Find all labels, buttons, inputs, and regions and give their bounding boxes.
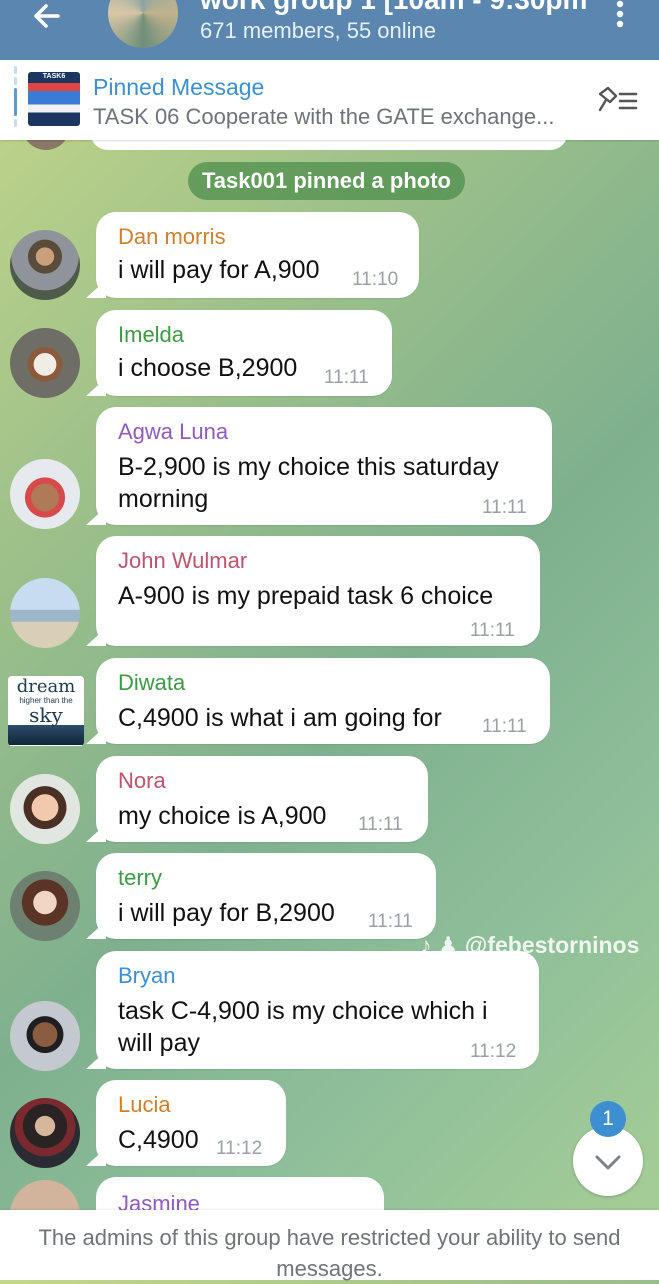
avatar-text: sky <box>29 703 63 727</box>
message-bubble[interactable]: Lucia C,4900 11:12 <box>86 1080 286 1166</box>
message-bubble[interactable]: Dan morris i will pay for A,900 11:10 <box>86 212 419 298</box>
message-text: my choice is A,900 <box>118 802 327 830</box>
sender-name[interactable]: Dan morris <box>118 224 226 250</box>
message-text: task C-4,900 is my choice which i will p… <box>118 997 488 1057</box>
message-bubble[interactable]: Diwata C,4900 is what i am going for 11:… <box>86 658 550 744</box>
message-bubble[interactable]: Agwa Luna B-2,900 is my choice this satu… <box>86 407 552 525</box>
thumbnail-label: TASK6 <box>42 73 66 80</box>
pin-index-indicator <box>14 66 18 132</box>
sender-name[interactable]: Diwata <box>118 670 185 696</box>
message-time: 11:11 <box>482 716 527 737</box>
pinned-thumbnail: TASK6 <box>28 72 80 126</box>
message-time: 11:11 <box>470 620 515 641</box>
avatar[interactable] <box>10 774 80 844</box>
sender-name[interactable]: Imelda <box>118 322 184 348</box>
avatar[interactable] <box>10 1001 80 1071</box>
avatar[interactable] <box>10 230 80 300</box>
message-bubble[interactable]: Imelda i choose B,2900 11:11 <box>86 310 392 396</box>
group-title[interactable]: work group 1 [10am - 9:30pm <box>200 0 587 16</box>
avatar[interactable] <box>10 871 80 941</box>
avatar[interactable] <box>10 578 80 648</box>
more-options-icon[interactable] <box>608 0 632 36</box>
sender-name[interactable]: Lucia <box>118 1092 171 1118</box>
group-avatar[interactable] <box>108 0 178 48</box>
message-bubble[interactable]: terry i will pay for B,2900 11:11 <box>86 853 436 939</box>
message-time: 11:11 <box>368 911 413 932</box>
pinned-message-bar[interactable]: TASK6 Pinned Message TASK 06 Cooperate w… <box>0 60 659 140</box>
avatar[interactable]: dream higher than the sky <box>8 676 84 746</box>
member-count: 671 members, 55 online <box>200 18 437 43</box>
restricted-notice-text: The admins of this group have restricted… <box>38 1225 621 1281</box>
avatar[interactable] <box>10 459 80 529</box>
sender-name[interactable]: Agwa Luna <box>118 419 228 445</box>
pinned-title: Pinned Message <box>93 74 265 100</box>
avatar[interactable] <box>10 328 80 398</box>
message-text: B-2,900 is my choice this saturday morni… <box>118 453 499 513</box>
avatar-text: dream <box>16 676 76 697</box>
pinned-text: TASK 06 Cooperate with the GATE exchange… <box>93 104 555 129</box>
sender-name[interactable]: John Wulmar <box>118 548 247 574</box>
chat-header: work group 1 [10am - 9:30pm 671 members,… <box>0 0 659 60</box>
message-text: A-900 is my prepaid task 6 choice <box>118 582 494 610</box>
sender-name[interactable]: Bryan <box>118 963 175 989</box>
message-text: i choose B,2900 <box>118 354 298 382</box>
message-bubble[interactable]: Nora my choice is A,900 11:11 <box>86 756 428 842</box>
message-time: 11:11 <box>324 367 369 388</box>
message-bubble[interactable]: Bryan task C-4,900 is my choice which i … <box>86 951 539 1069</box>
service-message[interactable]: Task001 pinned a photo <box>188 162 465 200</box>
sender-name[interactable]: Nora <box>118 768 166 794</box>
message-text: C,4900 is what i am going for <box>118 704 442 732</box>
message-bubble[interactable]: John Wulmar A-900 is my prepaid task 6 c… <box>86 536 540 646</box>
unread-count-badge: 1 <box>590 1101 626 1137</box>
avatar[interactable] <box>10 1098 80 1168</box>
back-arrow-icon[interactable] <box>28 0 68 36</box>
message-time: 11:11 <box>482 497 527 518</box>
message-time: 11:10 <box>352 269 399 290</box>
restricted-notice-bar: The admins of this group have restricted… <box>0 1210 659 1281</box>
message-time: 11:12 <box>216 1138 263 1159</box>
message-text: C,4900 <box>118 1126 199 1154</box>
message-time: 11:12 <box>470 1041 517 1062</box>
message-text: i will pay for B,2900 <box>118 899 335 927</box>
pinned-list-icon[interactable] <box>596 84 640 118</box>
message-time: 11:11 <box>358 814 403 835</box>
message-text: i will pay for A,900 <box>118 256 320 284</box>
sender-name[interactable]: terry <box>118 865 162 891</box>
